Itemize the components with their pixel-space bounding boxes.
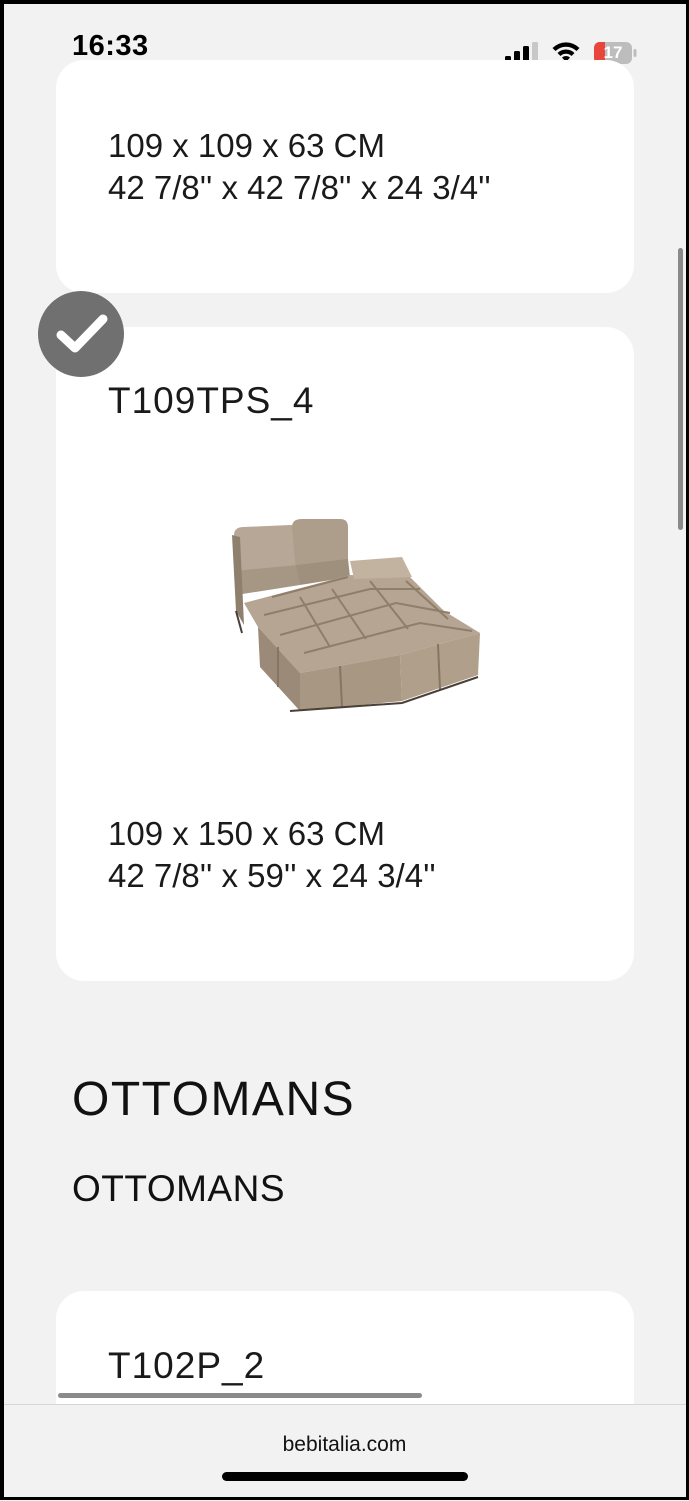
product-dimensions-cm: 109 x 109 x 63 CM [108,127,385,164]
sofa-module-image[interactable] [220,515,490,720]
section-subtitle: OTTOMANS [72,1168,285,1209]
product-code: T102P_2 [108,1345,266,1386]
status-time: 16:33 [72,30,149,62]
url-text[interactable]: bebitalia.com [0,1433,689,1457]
product-dimensions-cm: 109 x 150 x 63 CM [108,815,385,852]
product-code: T109TPS_4 [108,380,315,421]
vertical-scrollbar[interactable] [678,248,683,530]
checkmark-icon [56,314,108,353]
home-indicator[interactable] [222,1472,468,1481]
horizontal-scrollbar[interactable] [58,1393,422,1398]
selected-check-badge[interactable] [38,291,124,377]
browser-address-bar[interactable]: bebitalia.com [0,1404,689,1501]
device-frame [0,0,4,1500]
section-title: OTTOMANS [72,1073,356,1126]
product-dimensions-in: 42 7/8'' x 59'' x 24 3/4'' [108,857,436,894]
product-dimensions-in: 42 7/8'' x 42 7/8'' x 24 3/4'' [108,169,491,206]
device-frame [0,0,689,4]
